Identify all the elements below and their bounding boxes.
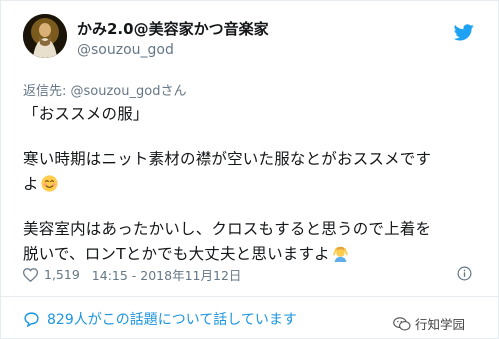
conversation-link[interactable]: 829人がこの話題について話しています: [23, 309, 297, 329]
watermark-text: 行知学园: [415, 317, 466, 332]
tweet-text-p2-line2-text: よ: [23, 175, 39, 193]
tweet-text-p3-line2-text: 脱いで、ロンTとかでも大丈夫と思いますよ: [23, 245, 330, 263]
heart-icon[interactable]: [23, 267, 38, 282]
tweet-text-p3-line1: 美容室内はあったかいし、クロスもすると思うので上着を: [23, 220, 432, 238]
person-gesturing-ok-emoji-icon: [332, 246, 348, 262]
comment-icon: [24, 311, 39, 327]
tweet-text-p3-line2: 脱いで、ロンTとかでも大丈夫と思いますよ: [23, 242, 478, 267]
tweet-paragraph-3: 美容室内はあったかいし、クロスもすると思うので上着を 脱いで、ロンTとかでも大丈…: [23, 217, 478, 267]
user-handle[interactable]: @souzou_god: [77, 42, 174, 58]
avatar[interactable]: [23, 14, 67, 58]
tweet-paragraph-2: 寒い時期はニット素材の襟が空いた服なとがおススメです よ: [23, 147, 478, 197]
reply-handle-link[interactable]: @souzou_god: [71, 84, 161, 99]
tweet-text-p2-line1: 寒い時期はニット素材の襟が空いた服なとがおススメです: [23, 150, 432, 168]
smiling-face-emoji-icon: [41, 175, 58, 192]
wechat-icon: [393, 316, 411, 330]
reply-to-line: 返信先: @souzou_godさん: [23, 80, 186, 99]
display-name[interactable]: かみ2.0@美容家かつ音楽家: [77, 18, 269, 39]
watermark: 行知学园: [393, 314, 465, 333]
divider: [1, 296, 499, 297]
tweet-text-line1: 「おススメの服」: [23, 105, 149, 123]
timestamp[interactable]: 14:15 - 2018年11月12日: [92, 265, 242, 284]
reply-prefix: 返信先:: [23, 84, 71, 99]
info-icon[interactable]: [457, 266, 472, 281]
tweet-card: かみ2.0@美容家かつ音楽家 @souzou_god 返信先: @souzou_…: [0, 0, 499, 339]
tweet-text-p2-line2: よ: [23, 172, 478, 197]
like-count[interactable]: 1,519: [44, 267, 80, 282]
tweet-meta: 1,519 14:15 - 2018年11月12日: [23, 265, 241, 284]
conversation-count-text: 829人がこの話題について話しています: [47, 312, 297, 328]
reply-suffix: さん: [160, 84, 187, 99]
twitter-bird-icon[interactable]: [454, 24, 474, 41]
